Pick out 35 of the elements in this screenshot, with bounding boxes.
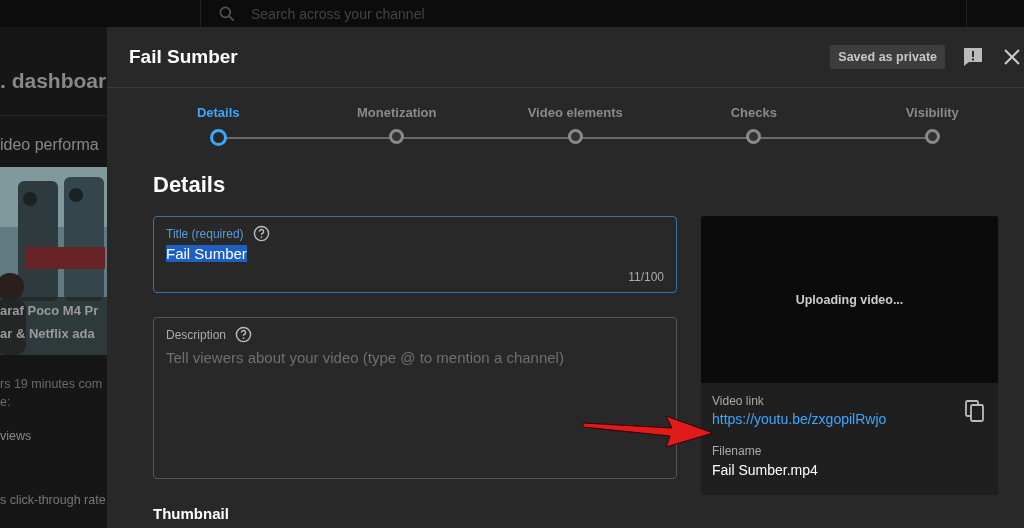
- title-field[interactable]: Title (required) Fail Sumber 11/100: [153, 216, 677, 293]
- field-label: Title (required): [166, 226, 244, 241]
- section-heading: Details: [153, 171, 227, 199]
- upload-status: Uploading video...: [795, 292, 904, 307]
- field-value: Fail Sumber: [166, 245, 247, 262]
- copy-icon[interactable]: [965, 399, 985, 422]
- feedback-icon[interactable]: [963, 47, 983, 67]
- filename-label: Filename: [712, 444, 763, 458]
- step-tab[interactable]: Checks: [664, 105, 843, 146]
- save-status: Saved as private: [830, 45, 945, 69]
- description-field[interactable]: Description Tell viewers about your video (type @ to mention a channel): [153, 317, 677, 479]
- video-link[interactable]: https://youtu.be/zxgopilRwjo: [712, 411, 887, 427]
- step-tab[interactable]: Visibility: [843, 105, 1022, 146]
- stat-text: s click-through rate: [0, 493, 107, 507]
- section-heading: ideo performa: [0, 136, 100, 154]
- field-label: Description: [166, 327, 227, 342]
- stat-text: views: [0, 429, 33, 443]
- help-icon[interactable]: [235, 326, 253, 343]
- dialog-title: Fail Sumber: [129, 46, 239, 68]
- page-heading: . dashboar: [0, 69, 107, 93]
- close-icon[interactable]: [1004, 49, 1020, 65]
- search-placeholder: Search across your channel: [251, 5, 425, 22]
- help-icon[interactable]: [252, 225, 270, 242]
- stat-text: rs 19 minutes com: [0, 377, 104, 391]
- link-label: Video link: [712, 394, 765, 408]
- step-tab[interactable]: Video elements: [486, 105, 665, 146]
- step-tab[interactable]: Details: [129, 105, 308, 146]
- stat-text: e:: [0, 395, 12, 409]
- field-placeholder: Tell viewers about your video (type @ to mention a channel): [166, 349, 564, 366]
- section-heading: Thumbnail: [153, 505, 230, 522]
- filename: Fail Sumber.mp4: [712, 462, 819, 478]
- video-title: araf Poco M4 Pr: [0, 302, 99, 320]
- step-tab[interactable]: Monetization: [307, 105, 486, 146]
- character-counter: 11/100: [628, 270, 664, 284]
- video-title: ar & Netflix ada: [0, 325, 96, 343]
